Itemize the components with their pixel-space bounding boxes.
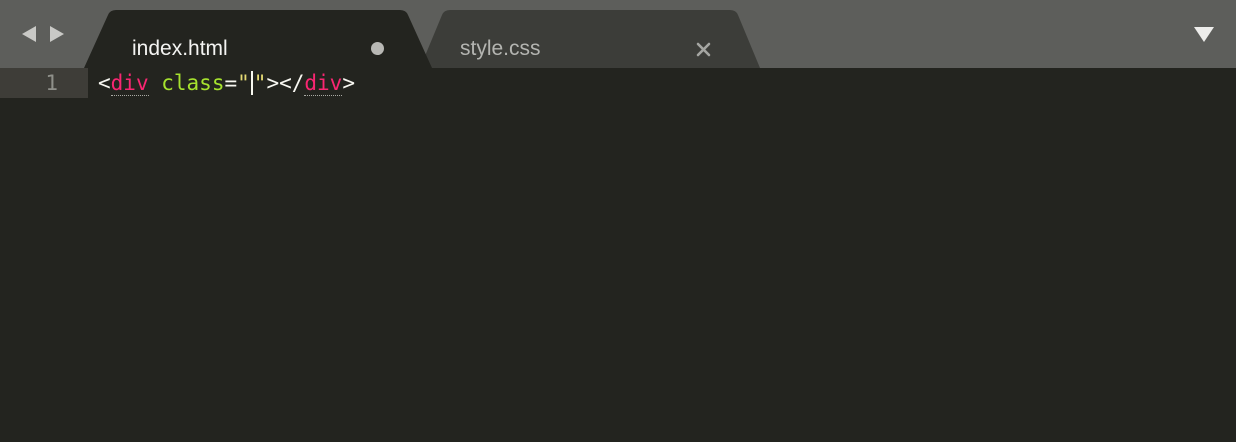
editor-window: style.css index.html 1 <div class=" "></… bbox=[0, 0, 1236, 442]
triangle-right-icon bbox=[50, 26, 64, 42]
tab-bar: style.css index.html bbox=[0, 0, 1236, 68]
string-close-quote: " bbox=[253, 71, 267, 95]
tab-label: style.css bbox=[460, 37, 541, 60]
triangle-left-icon bbox=[22, 26, 36, 42]
close-tab-button[interactable] bbox=[696, 42, 711, 57]
tag-name: div bbox=[110, 71, 149, 96]
close-bracket: > bbox=[266, 71, 280, 95]
tab-index-html[interactable]: index.html bbox=[84, 9, 434, 68]
string-open-quote: " bbox=[237, 71, 250, 95]
forward-button[interactable] bbox=[47, 24, 67, 44]
end-tag-close: > bbox=[342, 71, 355, 95]
equals-sign: = bbox=[224, 71, 238, 95]
end-tag-open: </ bbox=[279, 71, 305, 95]
text-cursor bbox=[250, 71, 253, 95]
unsaved-dot-icon[interactable] bbox=[371, 42, 384, 55]
line-number: 1 bbox=[45, 71, 58, 95]
code-line[interactable]: <div class=" "></div> bbox=[98, 68, 355, 98]
tab-style-css[interactable]: style.css bbox=[420, 9, 762, 68]
end-tag-name: div bbox=[304, 71, 343, 96]
triangle-down-icon bbox=[1194, 27, 1214, 42]
tab-label: index.html bbox=[132, 37, 228, 60]
attribute-name: class bbox=[161, 71, 225, 95]
back-button[interactable] bbox=[19, 24, 39, 44]
close-x-icon bbox=[696, 42, 711, 57]
tab-menu-button[interactable] bbox=[1192, 24, 1216, 44]
open-bracket: < bbox=[98, 71, 111, 95]
code-editor[interactable]: 1 <div class=" "></div> bbox=[0, 68, 1236, 442]
